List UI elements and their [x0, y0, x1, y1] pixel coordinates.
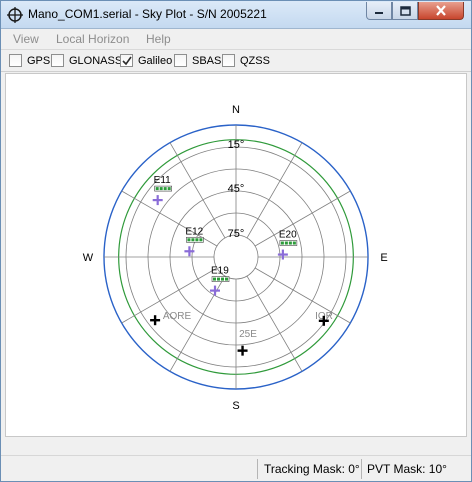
gps-label: GPS: [27, 54, 51, 67]
satellite-e19[interactable]: E19: [210, 266, 230, 296]
signal-bar: [187, 238, 191, 242]
title-bar[interactable]: Mano_COM1.serial - Sky Plot - S/N 200522…: [1, 1, 471, 29]
satellite-label: E19: [211, 266, 229, 277]
elevation-label-15: 15°: [228, 139, 245, 151]
elevation-label-75: 75°: [228, 228, 245, 240]
filter-glonass[interactable]: GLONASS: [51, 54, 122, 67]
filter-galileo[interactable]: Galileo: [120, 54, 172, 67]
signal-bar: [284, 241, 288, 245]
sky-plot-area[interactable]: N S E W 15° 45° 75° AORE IOR 25E E11E12E…: [5, 73, 467, 437]
signal-bar: [288, 241, 292, 245]
qzss-checkbox[interactable]: [222, 54, 235, 67]
signal-bar: [191, 238, 195, 242]
pvt-mask-status: PVT Mask: 10°: [367, 462, 447, 476]
signal-bar: [221, 277, 225, 281]
status-separator: [257, 459, 258, 479]
signal-bar: [225, 277, 229, 281]
signal-bar: [280, 241, 284, 245]
crosshair-app-icon: [6, 6, 24, 24]
satellite-label: E20: [279, 230, 297, 241]
signal-bar: [292, 241, 296, 245]
signal-bar: [155, 187, 159, 191]
signal-bar: [163, 187, 167, 191]
south-label: S: [232, 400, 239, 412]
signal-bar: [195, 238, 199, 242]
satellite-label: E12: [185, 226, 203, 237]
minimize-button[interactable]: [366, 2, 392, 20]
filter-sbas[interactable]: SBAS: [174, 54, 221, 67]
glonass-label: GLONASS: [69, 54, 123, 67]
close-button[interactable]: [418, 2, 464, 20]
menu-help[interactable]: Help: [146, 32, 171, 46]
window-title: Mano_COM1.serial - Sky Plot - S/N 200522…: [28, 7, 267, 21]
status-separator: [361, 459, 362, 479]
west-label: W: [83, 252, 94, 264]
galileo-checkbox[interactable]: [120, 54, 133, 67]
sky-plot-grid: [103, 124, 369, 390]
sbas-checkbox[interactable]: [174, 54, 187, 67]
menu-local-horizon[interactable]: Local Horizon: [56, 32, 129, 46]
filter-qzss[interactable]: QZSS: [222, 54, 270, 67]
gps-checkbox[interactable]: [9, 54, 22, 67]
signal-bar: [199, 238, 203, 242]
satellite-e12[interactable]: E12: [184, 226, 204, 257]
north-label: N: [232, 104, 240, 116]
checkmark-icon: [121, 56, 132, 65]
signal-bar: [213, 277, 217, 281]
signal-bar: [159, 187, 163, 191]
satellite-e20[interactable]: E20: [277, 230, 298, 260]
glonass-checkbox[interactable]: [51, 54, 64, 67]
maximize-button[interactable]: [392, 2, 418, 20]
elevation-label-45: 45°: [228, 183, 245, 195]
qzss-label: QZSS: [240, 54, 270, 67]
sbas-marker: [150, 315, 161, 326]
tracking-mask-status: Tracking Mask: 0°: [264, 462, 360, 476]
signal-bar: [167, 187, 171, 191]
constellation-filter-bar: GPS GLONASS Galileo SBAS QZSS: [1, 49, 471, 72]
status-bar: Tracking Mask: 0° PVT Mask: 10°: [1, 455, 471, 481]
satellite-label: E11: [154, 175, 171, 186]
east-label: E: [380, 252, 387, 264]
satellites: E11 E12 E20 E19: [152, 175, 298, 296]
menu-view[interactable]: View: [13, 32, 39, 46]
menu-bar: View Local Horizon Help: [1, 29, 471, 49]
region-label-aore: AORE: [163, 311, 192, 322]
sky-plot: N S E W 15° 45° 75° AORE IOR 25E E11E12E…: [83, 104, 388, 412]
signal-bar: [217, 277, 221, 281]
region-label-25e: 25E: [239, 329, 257, 340]
galileo-label: Galileo: [138, 54, 173, 67]
filter-gps[interactable]: GPS: [9, 54, 50, 67]
sbas-marker: [237, 345, 248, 356]
sky-plot-window: Mano_COM1.serial - Sky Plot - S/N 200522…: [0, 0, 472, 482]
empty-strip: [1, 437, 471, 455]
sbas-label: SBAS: [192, 54, 222, 67]
